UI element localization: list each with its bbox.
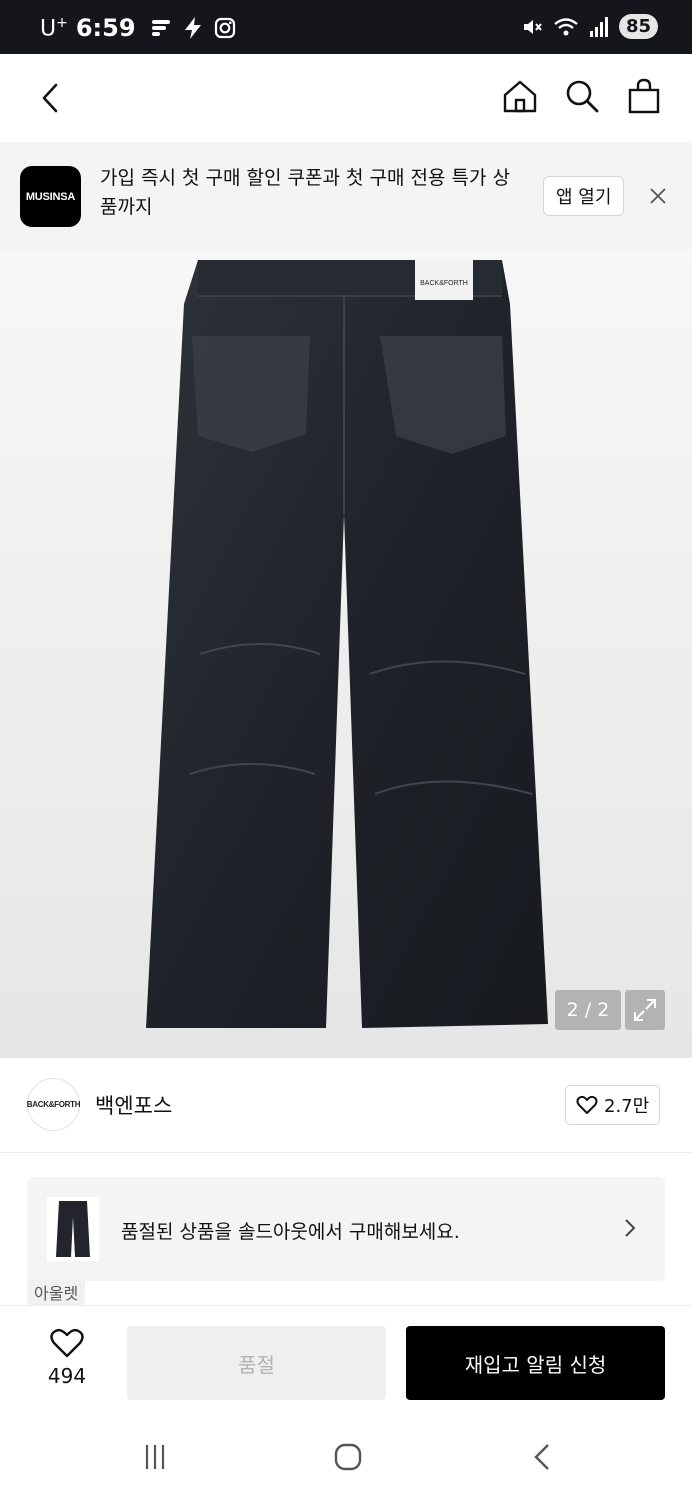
clock: 6:59: [75, 14, 136, 42]
search-icon: [566, 80, 599, 113]
status-bar: U+ 6:59 85: [0, 0, 692, 54]
app-install-banner: MUSINSA 가입 즉시 첫 구매 할인 쿠폰과 첫 구매 전용 특가 상품까…: [0, 142, 692, 250]
cart-button[interactable]: [626, 76, 662, 116]
android-navigation-bar: [0, 1413, 692, 1500]
wishlist-button[interactable]: 494: [27, 1328, 107, 1388]
heart-icon: [576, 1095, 598, 1114]
product-image-carousel[interactable]: BACK&FORTH 2 / 2: [0, 250, 692, 1058]
home-nav-button[interactable]: [328, 1441, 368, 1473]
instagram-icon: [214, 17, 235, 39]
shopping-bag-icon: [628, 78, 660, 114]
bolt-icon: [184, 17, 201, 39]
battery-indicator: 85: [618, 14, 658, 39]
status-right: 85: [521, 14, 658, 39]
jeans-product-image: BACK&FORTH: [146, 260, 548, 1028]
open-app-button[interactable]: 앱 열기: [543, 176, 625, 216]
image-counter: 2 / 2: [555, 990, 621, 1030]
top-navigation: [0, 54, 692, 142]
status-left: U+ 6:59: [40, 14, 236, 42]
home-button[interactable]: [502, 76, 538, 116]
carrier: U+: [40, 14, 68, 42]
banner-message: 가입 즉시 첫 구매 할인 쿠폰과 첫 구매 전용 특가 상품까지: [100, 167, 510, 218]
chevron-right-icon: [625, 1219, 636, 1237]
brand-like-count: 2.7만: [604, 1096, 650, 1117]
home-circle-icon: [334, 1443, 362, 1471]
search-button[interactable]: [564, 76, 600, 116]
brand-row: BACK&FORTH 백엔포스 2.7만: [0, 1058, 692, 1153]
close-banner-button[interactable]: [646, 184, 670, 208]
jeans-brand-tag: BACK&FORTH: [420, 280, 468, 287]
nav-actions: [502, 76, 662, 116]
expand-image-button[interactable]: [625, 990, 665, 1030]
soldout-promo-text: 품절된 상품을 솔드아웃에서 구매해보세요.: [121, 1221, 460, 1243]
back-nav-button[interactable]: [522, 1441, 562, 1473]
fire-app-icon: [151, 20, 170, 36]
soldout-button: 품절: [127, 1326, 386, 1400]
soldout-promo-card[interactable]: 품절된 상품을 솔드아웃에서 구매해보세요.: [27, 1177, 665, 1281]
restock-alert-button[interactable]: 재입고 알림 신청: [406, 1326, 665, 1400]
recent-apps-button[interactable]: [135, 1441, 175, 1473]
wifi-icon: [554, 17, 578, 35]
brand-like-button[interactable]: 2.7만: [565, 1085, 661, 1125]
soldout-product-thumbnail: [47, 1197, 99, 1261]
outlet-tag: 아울렛: [27, 1279, 86, 1305]
back-button[interactable]: [30, 78, 70, 118]
close-icon: [650, 188, 666, 204]
recent-apps-icon: [145, 1445, 165, 1469]
expand-icon: [634, 999, 656, 1021]
brand-avatar[interactable]: BACK&FORTH: [27, 1078, 81, 1131]
wishlist-count: 494: [47, 1364, 87, 1388]
home-icon: [503, 80, 537, 113]
brand-name[interactable]: 백엔포스: [95, 1090, 172, 1120]
heart-icon: [50, 1328, 84, 1358]
back-icon: [42, 83, 58, 113]
mute-icon: [523, 19, 542, 34]
musinsa-logo: MUSINSA: [20, 166, 81, 227]
jeans-thumbnail-icon: [56, 1201, 90, 1257]
back-arrow-icon: [534, 1444, 549, 1470]
bottom-action-bar: 494 품절 재입고 알림 신청: [0, 1305, 692, 1413]
signal-icon: [589, 16, 608, 37]
notification-icons: [150, 16, 236, 40]
